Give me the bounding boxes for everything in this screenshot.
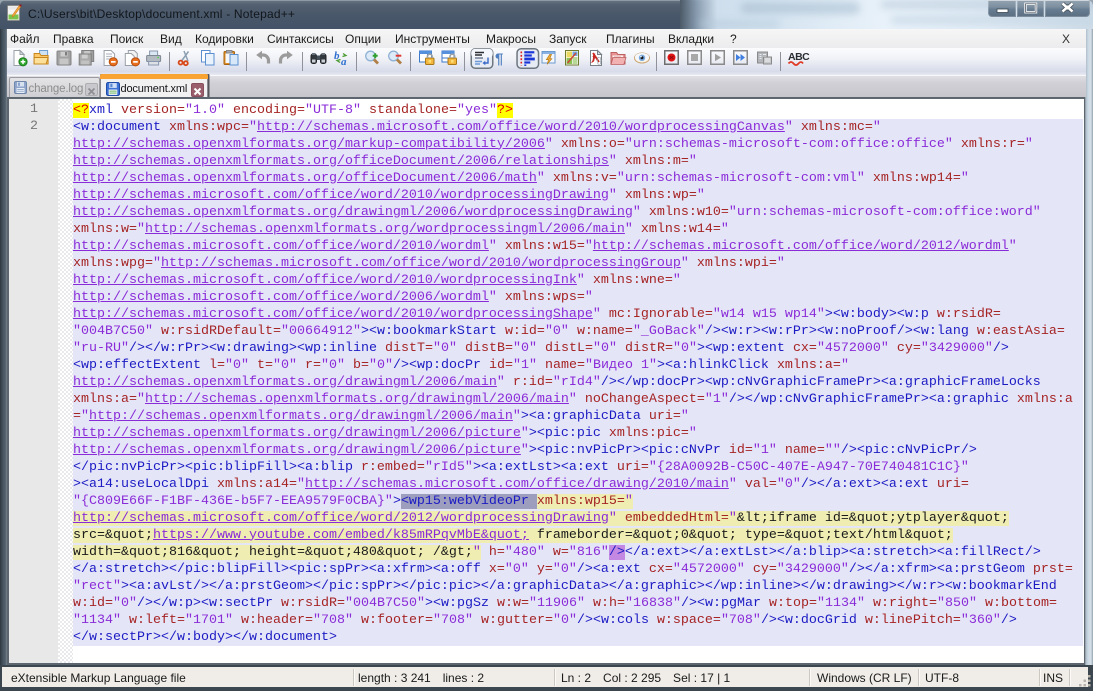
svg-text:a: a bbox=[341, 56, 347, 68]
svg-text:{}: {} bbox=[597, 56, 603, 65]
svg-text:¶: ¶ bbox=[495, 51, 503, 68]
